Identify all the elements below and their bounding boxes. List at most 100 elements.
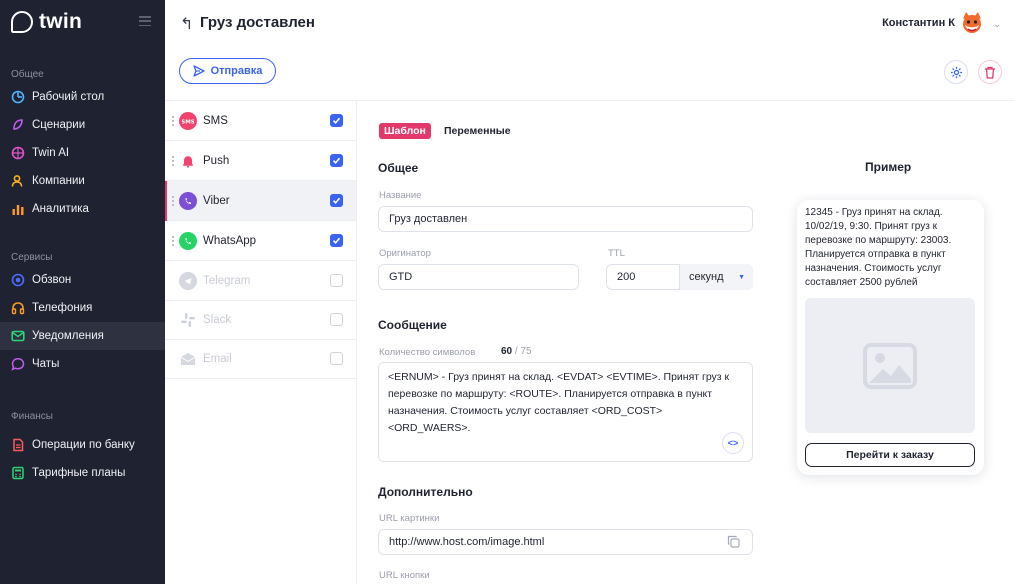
general-section-title: Общее [378, 161, 419, 175]
send-icon [192, 65, 205, 77]
sidebar-item-label: Чаты [32, 358, 60, 370]
message-section-title: Сообщение [378, 318, 447, 332]
channels-divider [356, 100, 357, 584]
ttl-value: 200 [617, 271, 636, 283]
preview-image [805, 298, 975, 433]
dashboard-icon [11, 90, 25, 104]
gear-icon [950, 66, 962, 78]
chat-icon [11, 357, 25, 371]
brain-icon [11, 146, 25, 160]
twin-logo[interactable]: twin [11, 10, 82, 34]
preview-title: Пример [865, 160, 912, 174]
drag-handle-icon[interactable] [171, 234, 175, 247]
settings-button[interactable] [944, 60, 968, 84]
channel-label: WhatsApp [203, 234, 257, 247]
back-arrow-icon[interactable]: ↰ [180, 14, 193, 34]
channel-checkbox[interactable] [330, 313, 343, 326]
sidebar-item-dialer[interactable]: Обзвон [0, 266, 165, 294]
channel-checkbox[interactable] [330, 234, 343, 247]
channel-label: Email [203, 352, 232, 365]
send-button[interactable]: Отправка [179, 58, 276, 84]
channel-checkbox[interactable] [330, 154, 343, 167]
char-count-label: Количество символов [379, 347, 476, 358]
copy-icon[interactable] [727, 535, 740, 548]
channel-item-telegram[interactable]: Telegram [165, 261, 356, 301]
sidebar: twin Общее Рабочий стол Сценарии Twin AI… [0, 0, 165, 584]
channel-checkbox[interactable] [330, 274, 343, 287]
message-preview-card: 12345 - Груз принят на склад. 10/02/19, … [797, 200, 984, 475]
tab-template[interactable]: Шаблон [379, 123, 431, 139]
slack-icon [179, 311, 197, 329]
message-textarea[interactable]: <ERNUM> - Груз принят на склад. <EVDAT> … [378, 362, 753, 462]
originator-input[interactable]: GTD [378, 264, 579, 290]
tab-variables[interactable]: Переменные [444, 123, 511, 139]
channel-item-sms[interactable]: SMS SMS [165, 101, 356, 141]
additional-section-title: Дополнительно [378, 485, 473, 499]
sidebar-item-label: Тарифные планы [32, 467, 126, 479]
go-to-order-button[interactable]: Перейти к заказу [805, 443, 975, 467]
sidebar-item-scenarios[interactable]: Сценарии [0, 111, 165, 139]
sidebar-item-dashboard[interactable]: Рабочий стол [0, 83, 165, 111]
channel-label: Push [203, 154, 230, 167]
email-icon [179, 350, 197, 368]
users-icon [11, 174, 25, 188]
sidebar-section-finance: Финансы [11, 411, 53, 422]
send-button-label: Отправка [210, 65, 263, 77]
sidebar-item-chats[interactable]: Чаты [0, 350, 165, 378]
chevron-down-icon[interactable]: ⌄ [993, 19, 1001, 30]
chart-icon [11, 202, 25, 216]
char-counter: 60 / 75 [501, 346, 532, 357]
bank-doc-icon [11, 438, 25, 452]
sidebar-item-companies[interactable]: Компании [0, 167, 165, 195]
scenarios-icon [11, 118, 25, 132]
channel-item-whatsapp[interactable]: WhatsApp [165, 221, 356, 261]
sidebar-item-label: Операции по банку [32, 439, 135, 451]
drag-handle-icon[interactable] [171, 114, 175, 127]
channel-item-push[interactable]: Push [165, 141, 356, 181]
sidebar-item-analytics[interactable]: Аналитика [0, 195, 165, 223]
channel-item-email[interactable]: Email [165, 339, 356, 379]
bell-icon [179, 152, 197, 170]
channel-label: Slack [203, 313, 232, 326]
channel-checkbox[interactable] [330, 352, 343, 365]
calculator-icon [11, 466, 25, 480]
channel-label: SMS [203, 114, 228, 127]
headphones-icon [11, 301, 25, 315]
trash-icon [985, 66, 995, 79]
user-name[interactable]: Константин К [882, 17, 955, 29]
drag-handle-icon[interactable] [171, 194, 175, 207]
name-label: Название [379, 190, 422, 201]
channel-checkbox[interactable] [330, 114, 343, 127]
channel-item-viber[interactable]: Viber [165, 181, 356, 221]
name-input[interactable]: Груз доставлен [378, 206, 753, 232]
channel-label: Telegram [203, 274, 251, 287]
sidebar-collapse-icon[interactable] [139, 16, 151, 26]
preview-text: 12345 - Груз принят на склад. 10/02/19, … [805, 207, 952, 288]
ttl-unit-select[interactable]: секунд ▼ [679, 264, 753, 290]
channel-checkbox[interactable] [330, 194, 343, 207]
ttl-label: TTL [608, 248, 625, 259]
sidebar-item-twin-ai[interactable]: Twin AI [0, 139, 165, 167]
delete-button[interactable] [978, 60, 1002, 84]
sidebar-item-tariff-plans[interactable]: Тарифные планы [0, 459, 165, 487]
sidebar-item-label: Телефония [32, 302, 93, 314]
svg-text:SMS: SMS [182, 119, 194, 125]
avatar[interactable] [959, 10, 985, 36]
sidebar-item-telephony[interactable]: Телефония [0, 294, 165, 322]
originator-label: Оригинатор [379, 248, 431, 259]
drag-handle-icon[interactable] [171, 154, 175, 167]
sidebar-section-services: Сервисы [11, 252, 53, 263]
sidebar-item-label: Twin AI [32, 147, 70, 159]
code-icon: <> [727, 438, 739, 448]
sidebar-item-label: Аналитика [32, 203, 89, 215]
sidebar-item-bank-operations[interactable]: Операции по банку [0, 431, 165, 459]
caret-down-icon: ▼ [738, 273, 745, 281]
channel-item-slack[interactable]: Slack [165, 300, 356, 340]
sidebar-section-general: Общее [11, 69, 44, 80]
insert-variable-button[interactable]: <> [722, 432, 744, 454]
sms-icon: SMS [179, 111, 197, 130]
sidebar-item-notifications[interactable]: Уведомления [0, 322, 165, 350]
mail-icon [11, 329, 25, 343]
image-url-input[interactable]: http://www.host.com/image.html [378, 529, 753, 555]
image-url-value: http://www.host.com/image.html [389, 536, 545, 548]
